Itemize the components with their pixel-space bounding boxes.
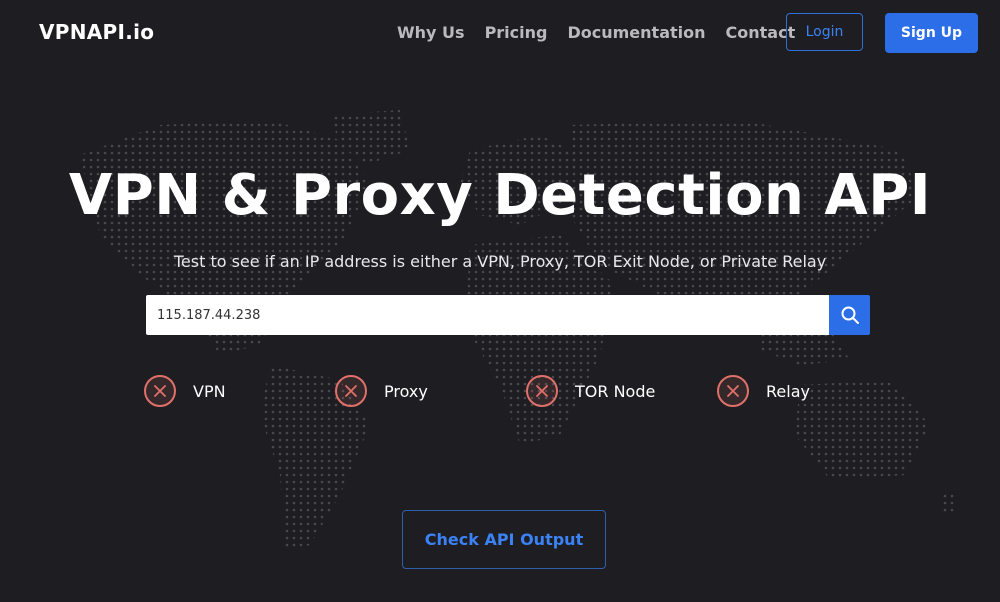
nav-link-why-us[interactable]: Why Us (397, 23, 465, 42)
x-circle-icon (335, 375, 367, 407)
hero-title: VPN & Proxy Detection API (68, 163, 932, 228)
ip-address-input[interactable] (146, 295, 829, 335)
result-relay: Relay (717, 375, 810, 407)
nav-link-documentation[interactable]: Documentation (567, 23, 705, 42)
result-label: VPN (193, 381, 226, 401)
result-vpn: VPN (144, 375, 226, 407)
nav-link-pricing[interactable]: Pricing (485, 23, 548, 42)
search-button[interactable] (829, 295, 870, 335)
x-circle-icon (717, 375, 749, 407)
result-tor-node: TOR Node (526, 375, 655, 407)
login-button[interactable]: Login (786, 13, 863, 51)
logo[interactable]: VPNAPI.io (39, 20, 154, 44)
nav-links: Why Us Pricing Documentation Contact (397, 23, 815, 42)
result-proxy: Proxy (335, 375, 428, 407)
nav-link-contact[interactable]: Contact (726, 23, 796, 42)
search-icon (841, 306, 859, 324)
check-api-output-button[interactable]: Check API Output (402, 510, 606, 569)
result-label: Relay (766, 381, 810, 401)
result-label: Proxy (384, 381, 428, 401)
result-label: TOR Node (575, 381, 656, 401)
hero-subtitle: Test to see if an IP address is either a… (173, 252, 827, 271)
x-circle-icon (144, 375, 176, 407)
signup-button[interactable]: Sign Up (885, 13, 978, 53)
detection-results: VPN Proxy TOR Node Relay (144, 375, 864, 411)
top-navigation: VPNAPI.io Why Us Pricing Documentation C… (0, 0, 1000, 66)
ip-search-bar (146, 295, 870, 335)
x-circle-icon (526, 375, 558, 407)
